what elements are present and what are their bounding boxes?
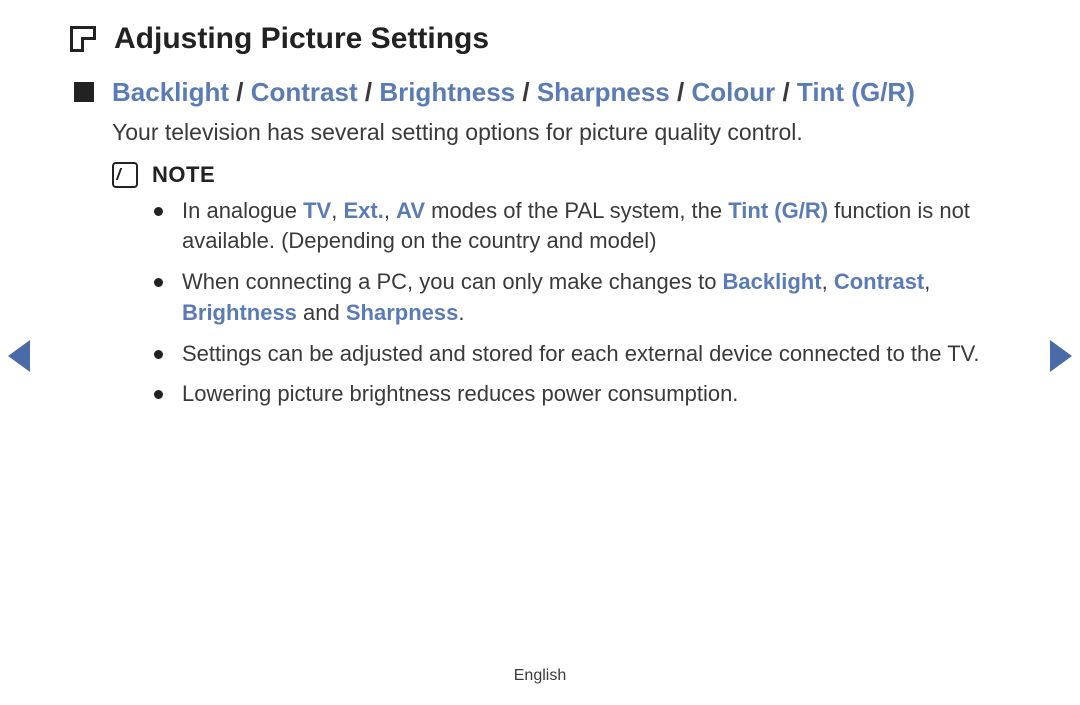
note-header: NOTE: [112, 162, 1010, 188]
footer-language: English: [0, 667, 1080, 685]
section-description: Your television has several setting opti…: [112, 119, 1010, 146]
next-page-arrow-icon[interactable]: [1050, 340, 1072, 372]
separator: /: [365, 77, 379, 107]
note-item: Lowering picture brightness reduces powe…: [154, 379, 990, 410]
note-text: ,: [331, 198, 343, 223]
term-backlight: Backlight: [723, 269, 822, 294]
term-tint-gr: Tint (G/R): [728, 198, 828, 223]
term-tv: TV: [303, 198, 331, 223]
page-marker-icon: [70, 26, 96, 52]
separator: /: [236, 77, 250, 107]
note-text: ,: [822, 269, 834, 294]
note-icon: [112, 162, 138, 188]
subtitle-row: Backlight / Contrast / Brightness / Shar…: [74, 76, 1010, 109]
term-tint: Tint (G/R): [797, 77, 915, 107]
term-ext: Ext.: [343, 198, 383, 223]
section-subtitle: Backlight / Contrast / Brightness / Shar…: [112, 76, 915, 109]
term-sharpness: Sharpness: [537, 77, 670, 107]
separator: /: [782, 77, 796, 107]
page-title: Adjusting Picture Settings: [114, 22, 489, 56]
note-text: ,: [924, 269, 930, 294]
term-colour: Colour: [691, 77, 775, 107]
note-item: Settings can be adjusted and stored for …: [154, 339, 990, 370]
document-page: Adjusting Picture Settings Backlight / C…: [0, 0, 1080, 410]
term-contrast: Contrast: [251, 77, 358, 107]
section-bullet-icon: [74, 82, 94, 102]
note-text: When connecting a PC, you can only make …: [182, 269, 723, 294]
note-text: .: [458, 300, 464, 325]
note-text: and: [297, 300, 346, 325]
note-text: Settings can be adjusted and stored for …: [182, 341, 979, 366]
note-text: In analogue: [182, 198, 303, 223]
note-item: When connecting a PC, you can only make …: [154, 267, 990, 329]
title-row: Adjusting Picture Settings: [70, 22, 1010, 56]
separator: /: [522, 77, 536, 107]
term-brightness: Brightness: [182, 300, 297, 325]
note-text: ,: [384, 198, 396, 223]
term-brightness: Brightness: [379, 77, 515, 107]
prev-page-arrow-icon[interactable]: [8, 340, 30, 372]
term-sharpness: Sharpness: [346, 300, 459, 325]
note-item: In analogue TV, Ext., AV modes of the PA…: [154, 196, 990, 258]
term-backlight: Backlight: [112, 77, 229, 107]
note-label: NOTE: [152, 162, 215, 188]
note-text: Lowering picture brightness reduces powe…: [182, 381, 738, 406]
term-contrast: Contrast: [834, 269, 924, 294]
note-list: In analogue TV, Ext., AV modes of the PA…: [154, 196, 990, 411]
separator: /: [677, 77, 691, 107]
note-text: modes of the PAL system, the: [425, 198, 728, 223]
term-av: AV: [396, 198, 425, 223]
